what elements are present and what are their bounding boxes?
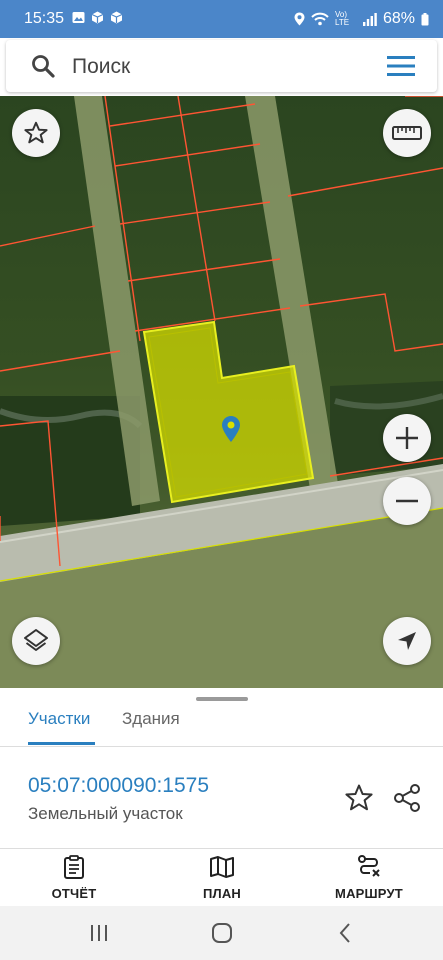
active-tab-indicator: [28, 742, 95, 745]
layers-button[interactable]: [12, 617, 60, 665]
sheet-drag-handle[interactable]: [196, 697, 248, 701]
menu-icon[interactable]: [387, 54, 415, 78]
tab-parcels[interactable]: Участки: [28, 709, 90, 729]
network-label: Vo) LTE: [334, 10, 350, 27]
report-button[interactable]: ОТЧЁТ: [24, 854, 124, 901]
signal-icon: [362, 12, 377, 26]
wifi-icon: [311, 12, 329, 26]
cube-icon: [110, 11, 123, 24]
star-icon[interactable]: [343, 782, 375, 814]
plus-icon: [396, 427, 418, 449]
cadastral-number[interactable]: 05:07:000090:1575: [28, 774, 209, 798]
report-label: ОТЧЁТ: [51, 886, 97, 901]
minus-icon: [396, 499, 418, 503]
gallery-icon: [72, 12, 85, 23]
status-time: 15:35: [24, 10, 65, 27]
cube-icon: [91, 11, 104, 24]
system-navigation-bar: [0, 906, 443, 960]
route-icon: [358, 855, 380, 877]
divider: [0, 746, 443, 747]
share-icon[interactable]: [391, 782, 423, 814]
home-icon[interactable]: [209, 920, 235, 946]
zoom-out-button[interactable]: [383, 477, 431, 525]
search-input[interactable]: [70, 52, 354, 82]
ruler-button[interactable]: [383, 109, 431, 157]
location-pin-icon[interactable]: [221, 415, 241, 443]
search-bar: [6, 40, 437, 92]
status-bar: 15:35 Vo) LTE 68%: [0, 0, 443, 38]
layers-icon: [24, 629, 48, 651]
favorite-button[interactable]: [12, 109, 60, 157]
recent-apps-icon[interactable]: [86, 920, 112, 946]
clipboard-icon: [64, 855, 84, 879]
route-button[interactable]: МАРШРУТ: [319, 854, 419, 901]
map-view[interactable]: [0, 96, 443, 688]
battery-icon: [421, 12, 429, 25]
plan-button[interactable]: ПЛАН: [172, 854, 272, 901]
bottom-sheet: Участки Здания 05:07:000090:1575 Земельн…: [0, 688, 443, 906]
tab-buildings[interactable]: Здания: [122, 709, 180, 729]
plan-label: ПЛАН: [202, 886, 242, 901]
navigation-arrow-icon: [398, 632, 416, 650]
search-icon[interactable]: [30, 53, 56, 79]
zoom-in-button[interactable]: [383, 414, 431, 462]
divider: [0, 848, 443, 849]
back-icon[interactable]: [333, 920, 359, 946]
star-icon: [24, 121, 48, 144]
satellite-map: [0, 96, 443, 688]
my-location-button[interactable]: [383, 617, 431, 665]
battery-percent: 68%: [382, 10, 415, 27]
map-icon: [210, 856, 234, 878]
route-label: МАРШРУТ: [335, 886, 403, 901]
location-icon: [294, 12, 305, 26]
ruler-icon: [392, 126, 422, 140]
parcel-type: Земельный участок: [28, 804, 183, 823]
